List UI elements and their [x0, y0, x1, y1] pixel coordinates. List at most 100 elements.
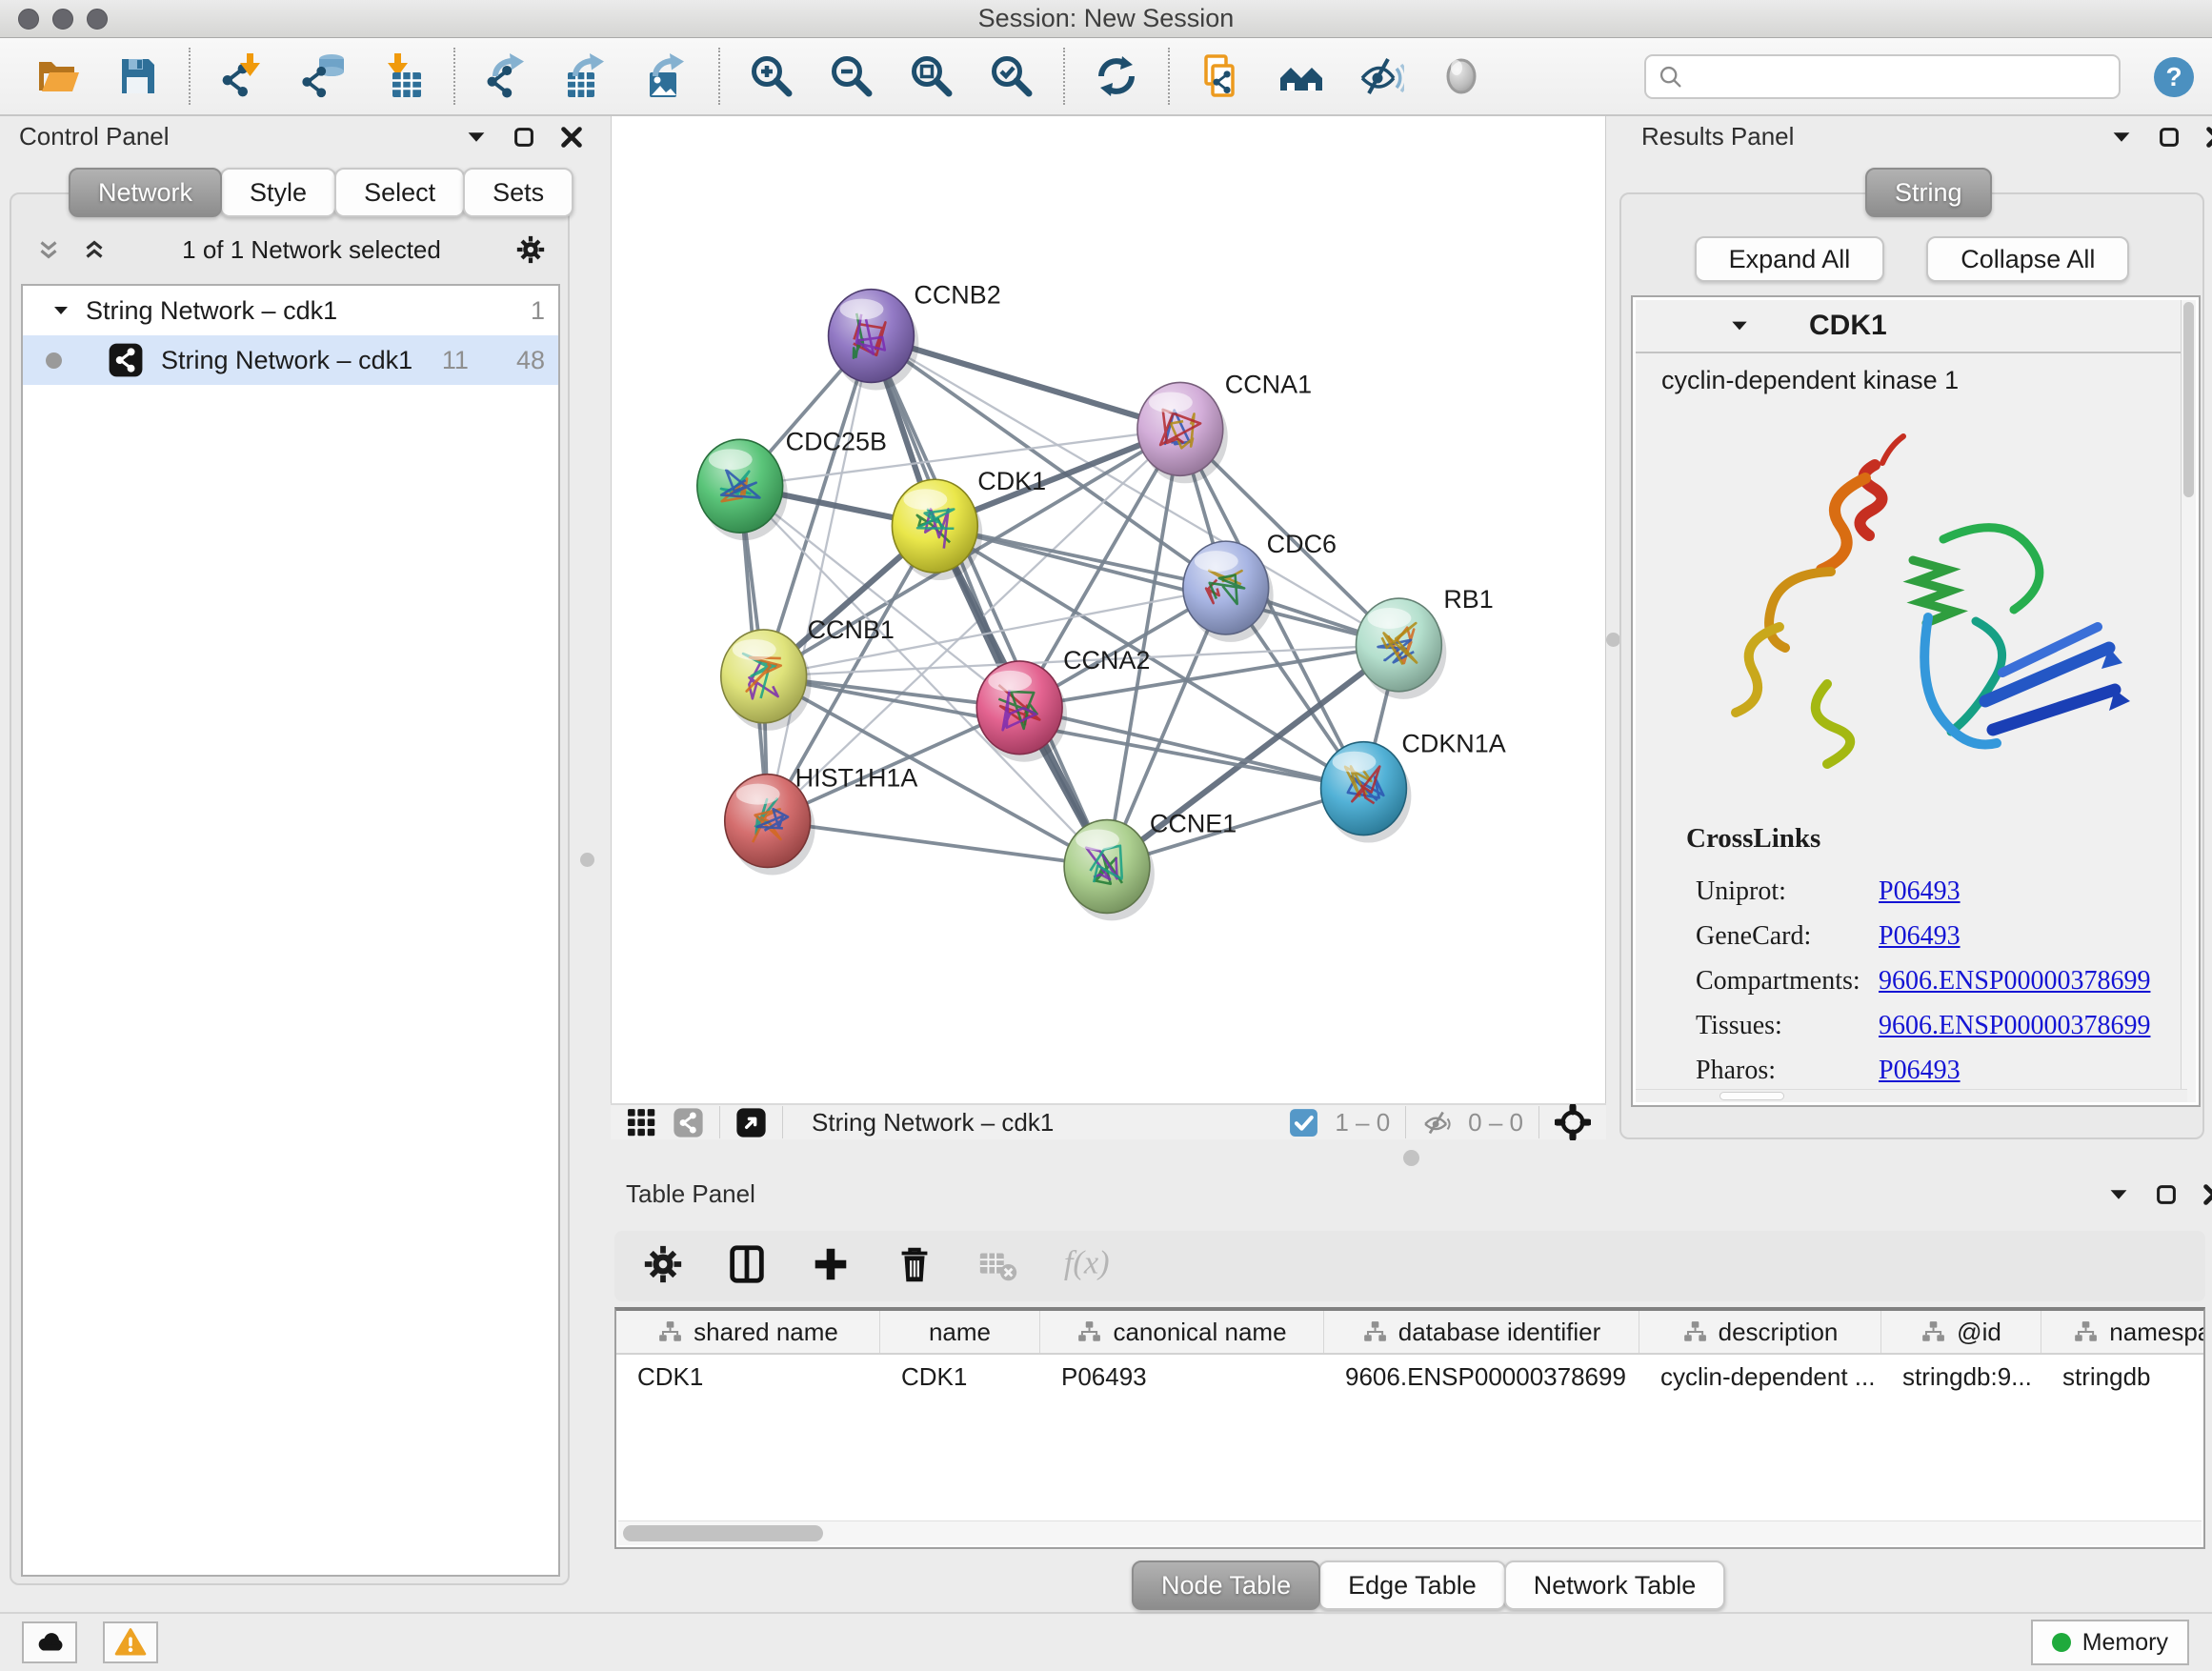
collapse-panel-icon[interactable]	[2107, 1183, 2130, 1206]
show-all-button[interactable]	[1437, 51, 1486, 101]
crosslink-link[interactable]: 9606.ENSP00000378699	[1879, 1011, 2150, 1041]
float-panel-icon[interactable]	[2158, 126, 2181, 149]
zoom-fit-icon	[909, 53, 955, 99]
birdseye-icon[interactable]	[735, 1107, 767, 1138]
column-header-name[interactable]: name	[880, 1311, 1040, 1353]
expand-all-button[interactable]: Expand All	[1695, 236, 1885, 282]
graph-node-CDK1[interactable]	[892, 479, 982, 580]
graph-node-label: CDK1	[977, 467, 1046, 495]
graph-node-CDKN1A[interactable]	[1321, 742, 1412, 843]
crosslink-link[interactable]: P06493	[1879, 921, 1961, 952]
crosslinks-list: Uniprot:P06493GeneCard:P06493Compartment…	[1633, 869, 2166, 1093]
graph-node-CCNB2[interactable]	[829, 290, 919, 391]
tab-network[interactable]: Network	[69, 168, 222, 217]
import-table-button[interactable]	[377, 51, 427, 101]
hidden-eye-icon[interactable]	[1421, 1107, 1453, 1138]
crosslinks-title: CrossLinks	[1686, 823, 1820, 855]
open-session-button[interactable]	[32, 51, 82, 101]
section-collapse-icon[interactable]	[1729, 315, 1750, 336]
columns-button[interactable]	[725, 1242, 769, 1291]
float-panel-icon[interactable]	[2155, 1183, 2178, 1206]
float-panel-icon[interactable]	[513, 126, 535, 149]
export-table-button[interactable]	[562, 51, 612, 101]
home-button[interactable]	[1277, 51, 1326, 101]
zoom-fit-button[interactable]	[907, 51, 956, 101]
close-panel-icon[interactable]	[560, 126, 583, 149]
table-panel-tabs: Node TableEdge TableNetwork Table	[1132, 1560, 1723, 1610]
crosslink-link[interactable]: P06493	[1879, 1056, 1961, 1086]
collapse-all-button[interactable]: Collapse All	[1926, 236, 2129, 282]
graph-node-CDC6[interactable]	[1183, 541, 1274, 642]
expand-all-icon[interactable]	[80, 235, 109, 264]
zoom-in-button[interactable]	[747, 51, 796, 101]
close-panel-icon[interactable]	[2205, 126, 2212, 149]
tab-network-table[interactable]: Network Table	[1504, 1560, 1726, 1610]
graph-node-CCNA1[interactable]	[1137, 382, 1228, 483]
table-row[interactable]: CDK1CDK1P064939606.ENSP00000378699cyclin…	[616, 1355, 2203, 1399]
hide-selected-button[interactable]	[1357, 51, 1406, 101]
grid-view-icon[interactable]	[626, 1107, 657, 1138]
column-header-description[interactable]: description	[1639, 1311, 1881, 1353]
toolbar-separator	[718, 48, 720, 105]
network-icon	[108, 342, 144, 378]
column-header-namespace[interactable]: namespace	[2041, 1311, 2205, 1353]
search-input[interactable]	[1684, 58, 2107, 96]
crosslink-link[interactable]: P06493	[1879, 876, 1961, 907]
gene-name: CDK1	[1809, 310, 1887, 342]
graph-node-RB1[interactable]	[1357, 598, 1447, 699]
results-horizontal-scrollbar[interactable]	[1636, 1089, 2187, 1102]
help-button[interactable]: ?	[2151, 54, 2197, 100]
tree-expand-icon[interactable]	[51, 301, 70, 320]
network-canvas[interactable]: CCNB2CCNA1CDC25BCDK1CDC6RB1CCNB1CCNA2CDK…	[611, 116, 1606, 1103]
warnings-button[interactable]	[103, 1621, 158, 1663]
column-header-sharedname[interactable]: shared name	[616, 1311, 880, 1353]
memory-button[interactable]: Memory	[2031, 1620, 2189, 1665]
minimize-window-button[interactable]	[52, 9, 73, 30]
export-image-button[interactable]	[642, 51, 692, 101]
crosshair-icon[interactable]	[1555, 1104, 1591, 1140]
gear-icon[interactable]	[514, 233, 547, 266]
tab-string[interactable]: String	[1865, 168, 1992, 217]
graph-node-CCNE1[interactable]	[1064, 820, 1155, 921]
column-header-databaseidentifier[interactable]: database identifier	[1324, 1311, 1639, 1353]
selected-checkbox-icon[interactable]	[1288, 1107, 1319, 1138]
import-network-button[interactable]	[217, 51, 267, 101]
horizontal-splitter-handle[interactable]	[1403, 1150, 1419, 1166]
close-window-button[interactable]	[18, 9, 39, 30]
trash-button[interactable]	[893, 1242, 936, 1291]
cloud-button[interactable]	[22, 1621, 77, 1663]
tab-edge-table[interactable]: Edge Table	[1318, 1560, 1506, 1610]
column-header-id[interactable]: @id	[1881, 1311, 2041, 1353]
crosslink-row: Tissues:9606.ENSP00000378699	[1633, 1003, 2166, 1048]
tab-sets[interactable]: Sets	[463, 168, 573, 217]
search-box[interactable]	[1644, 54, 2121, 99]
share-document-button[interactable]	[1196, 51, 1246, 101]
left-splitter-handle[interactable]	[580, 853, 594, 867]
graph-node-CDC25B[interactable]	[697, 439, 788, 540]
collapse-panel-icon[interactable]	[465, 126, 488, 149]
collapse-panel-icon[interactable]	[2110, 126, 2133, 149]
collapse-all-icon[interactable]	[34, 235, 63, 264]
column-header-canonicalname[interactable]: canonical name	[1040, 1311, 1324, 1353]
refresh-button[interactable]	[1092, 51, 1141, 101]
save-session-button[interactable]	[112, 51, 162, 101]
zoom-out-button[interactable]	[827, 51, 876, 101]
gene-section-header[interactable]: CDK1	[1636, 300, 2181, 353]
table-horizontal-scrollbar[interactable]	[618, 1520, 2202, 1545]
crosslink-link[interactable]: 9606.ENSP00000378699	[1879, 966, 2150, 997]
network-collection-row[interactable]: String Network – cdk1 1	[23, 286, 558, 335]
right-splitter-handle[interactable]	[1606, 633, 1620, 647]
zoom-window-button[interactable]	[87, 9, 108, 30]
close-panel-icon[interactable]	[2202, 1183, 2212, 1206]
tab-style[interactable]: Style	[220, 168, 336, 217]
results-vertical-scrollbar[interactable]	[2181, 300, 2196, 1102]
network-row-selected[interactable]: String Network – cdk1 11 48	[23, 335, 558, 385]
share-view-icon[interactable]	[673, 1107, 704, 1138]
zoom-selected-button[interactable]	[987, 51, 1036, 101]
tab-select[interactable]: Select	[334, 168, 465, 217]
export-network-button[interactable]	[482, 51, 532, 101]
plus-button[interactable]	[809, 1242, 853, 1291]
gear-button[interactable]	[641, 1242, 685, 1291]
tab-node-table[interactable]: Node Table	[1132, 1560, 1320, 1610]
import-database-button[interactable]	[297, 51, 347, 101]
